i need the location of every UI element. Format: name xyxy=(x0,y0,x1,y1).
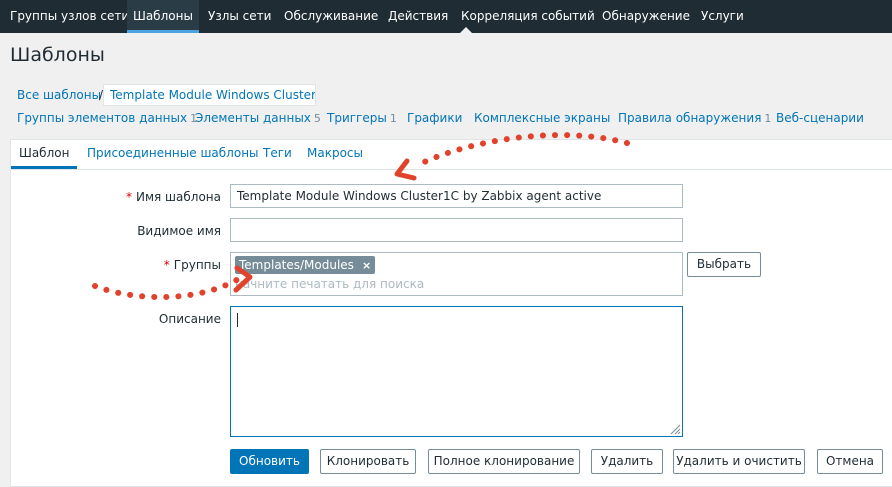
page-title: Шаблоны xyxy=(10,44,105,66)
cancel-button[interactable]: Отмена xyxy=(817,449,883,474)
sublink-triggers[interactable]: Триггеры 1 xyxy=(327,111,397,125)
nav-discovery[interactable]: Обнаружение xyxy=(596,0,696,33)
template-name-label: * Имя шаблона xyxy=(11,190,221,204)
groups-search-placeholder[interactable]: начните печатать для поиска xyxy=(235,277,424,291)
nav-event-correlation[interactable]: Корреляция событий xyxy=(455,0,601,33)
tab-template[interactable]: Шаблон xyxy=(11,146,78,169)
sublink-label: Правила обнаружения xyxy=(618,111,762,125)
template-form-panel: Шаблон Присоединенные шаблоны Теги Макро… xyxy=(10,139,892,487)
group-chip-label: Templates/Modules xyxy=(239,258,354,272)
group-chip: Templates/Modules × xyxy=(235,256,376,274)
template-name-value: Template Module Windows Cluster1C by Zab… xyxy=(237,189,602,203)
nav-hosts[interactable]: Узлы сети xyxy=(202,0,277,33)
text-cursor xyxy=(237,313,238,327)
clone-button[interactable]: Клонировать xyxy=(320,449,416,474)
description-label: Описание xyxy=(158,312,221,326)
sublink-discovery-rules[interactable]: Правила обнаружения 1 xyxy=(618,111,771,125)
tab-macros[interactable]: Макросы xyxy=(307,146,363,169)
sublink-graphs[interactable]: Графики xyxy=(407,111,462,125)
sublink-count: 1 xyxy=(389,112,397,125)
template-name-label-text: Имя шаблона xyxy=(135,190,221,204)
nav-templates[interactable]: Шаблоны xyxy=(127,0,199,33)
sublink-label: Графики xyxy=(407,111,463,125)
visible-name-input[interactable] xyxy=(230,218,683,242)
nav-maintenance[interactable]: Обслуживание xyxy=(278,0,384,33)
template-name-input[interactable]: Template Module Windows Cluster1C by Zab… xyxy=(230,184,683,208)
delete-button[interactable]: Удалить xyxy=(591,449,663,474)
resize-grip-icon[interactable] xyxy=(669,423,681,435)
tab-tags[interactable]: Теги xyxy=(263,146,292,169)
breadcrumb-current-template[interactable]: Template Module Windows Cluster1C by Zab… xyxy=(103,84,316,106)
sublink-label: Веб-сценарии xyxy=(776,111,864,125)
description-textarea[interactable] xyxy=(230,306,683,437)
template-sublinks: Группы элементов данных 1 Элементы данных… xyxy=(0,111,892,129)
required-mark: * xyxy=(125,190,132,204)
visible-name-label: Видимое имя xyxy=(137,224,221,238)
sublink-label: Триггеры xyxy=(327,111,387,125)
update-button[interactable]: Обновить xyxy=(230,449,309,474)
nav-indicator-notch xyxy=(460,27,472,33)
required-mark: * xyxy=(163,258,170,272)
groups-multiselect[interactable]: Templates/Modules × начните печатать для … xyxy=(230,252,683,296)
sublink-screens[interactable]: Комплексные экраны xyxy=(474,111,610,125)
delete-and-clear-button[interactable]: Удалить и очистить xyxy=(673,449,805,474)
breadcrumb-all-templates[interactable]: Все шаблоны xyxy=(17,88,101,102)
select-groups-button[interactable]: Выбрать xyxy=(687,252,761,277)
full-clone-button[interactable]: Полное клонирование xyxy=(428,449,580,474)
chip-remove-icon[interactable]: × xyxy=(362,259,371,272)
sublink-items[interactable]: Элементы данных 5 xyxy=(195,111,321,125)
groups-label-text: Группы xyxy=(173,258,221,272)
groups-label: * Группы xyxy=(11,258,221,272)
sublink-web-scenarios[interactable]: Веб-сценарии xyxy=(776,111,864,125)
nav-actions[interactable]: Действия xyxy=(382,0,454,33)
sublink-count: 1 xyxy=(764,112,772,125)
sublink-item-groups[interactable]: Группы элементов данных 1 xyxy=(17,111,197,125)
sublink-label: Группы элементов данных xyxy=(17,111,188,125)
sublink-label: Элементы данных xyxy=(195,111,311,125)
nav-services[interactable]: Услуги xyxy=(695,0,750,33)
top-navigation: Группы узлов сети Шаблоны Узлы сети Обсл… xyxy=(0,0,892,33)
sublink-count: 5 xyxy=(313,112,321,125)
nav-host-groups[interactable]: Группы узлов сети xyxy=(4,0,135,33)
form-tabs: Шаблон Присоединенные шаблоны Теги Макро… xyxy=(11,140,892,170)
tab-linked-templates[interactable]: Присоединенные шаблоны xyxy=(87,146,259,169)
sublink-label: Комплексные экраны xyxy=(474,111,611,125)
